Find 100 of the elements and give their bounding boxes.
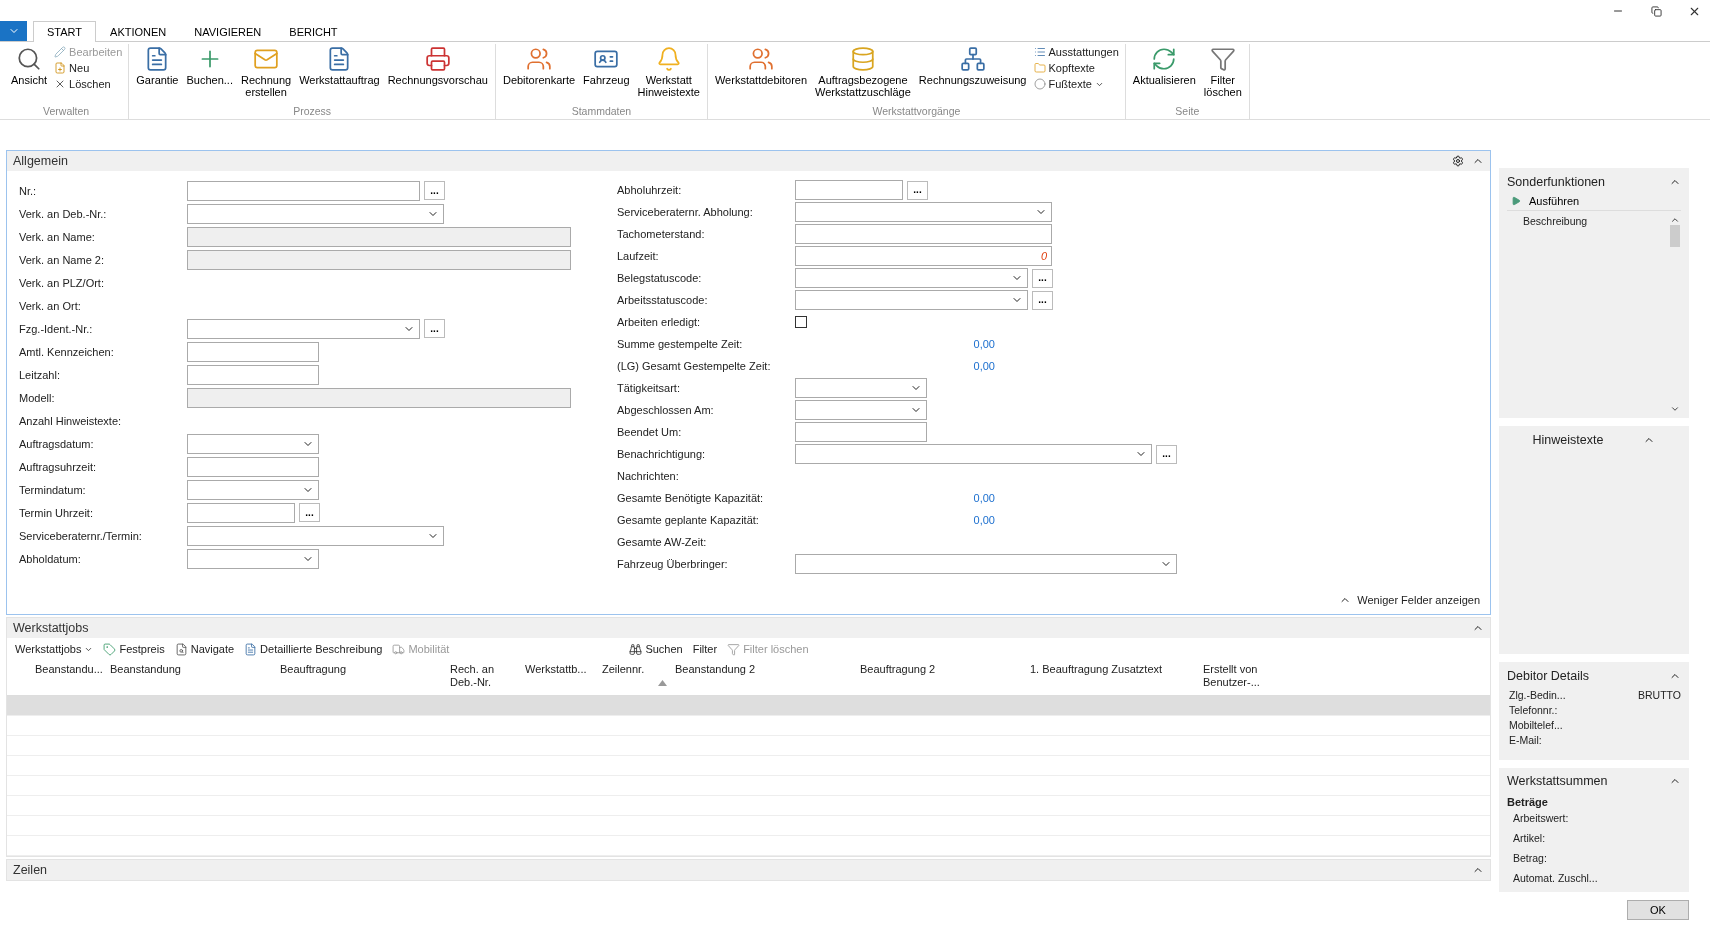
readonly-field[interactable]: [187, 249, 571, 270]
binoculars-icon: [629, 642, 643, 656]
restore-button[interactable]: [1648, 3, 1664, 19]
toolbar-button[interactable]: Festpreis: [103, 642, 165, 656]
dropdown-field[interactable]: [795, 444, 1152, 464]
ribbon-button[interactable]: Fußtexte: [1031, 77, 1121, 91]
table-row[interactable]: [7, 696, 1490, 716]
app-menu-button[interactable]: [0, 21, 27, 41]
input-field[interactable]: [795, 224, 1052, 244]
ribbon-button[interactable]: Buchen...: [183, 44, 236, 105]
ribbon-button[interactable]: Auftragsbezogene Werkstattzuschläge: [812, 44, 914, 105]
column-header[interactable]: Werkstattb...: [521, 660, 598, 695]
restore-icon: [1650, 5, 1662, 17]
lookup-button[interactable]: ...: [424, 181, 445, 200]
play-icon: [1511, 196, 1521, 206]
settings-icon[interactable]: [1452, 155, 1464, 167]
input-field[interactable]: 0: [795, 246, 1052, 266]
column-header[interactable]: Beauftragung: [276, 660, 446, 695]
lookup-button[interactable]: ...: [299, 503, 320, 522]
column-header[interactable]: Beanstandung: [106, 660, 276, 695]
column-header[interactable]: Rech. an Deb.-Nr.: [446, 660, 521, 695]
ribbon-button[interactable]: Rechnung erstellen: [238, 44, 295, 105]
tag-icon: [103, 642, 117, 656]
people-icon: [748, 46, 774, 72]
lookup-button[interactable]: ...: [907, 180, 928, 200]
dropdown-field[interactable]: [187, 525, 444, 546]
column-header[interactable]: Beauftragung 2: [856, 660, 1026, 695]
ribbon-button[interactable]: Ausstattungen: [1031, 45, 1121, 59]
scrollbar[interactable]: [1669, 215, 1681, 414]
toolbar-button[interactable]: Detaillierte Beschreibung: [244, 642, 383, 656]
ribbon-button[interactable]: Aktualisieren: [1129, 44, 1199, 105]
field-label: Arbeiten erledigt:: [617, 316, 702, 328]
toolbar-button[interactable]: Navigate: [174, 642, 235, 656]
ribbon-button[interactable]: Rechnungszuweisung: [915, 44, 1030, 105]
dropdown-field[interactable]: [795, 268, 1028, 288]
field-value: 0,00: [972, 338, 995, 350]
ribbon-button[interactable]: Löschen: [52, 77, 125, 91]
checkbox[interactable]: [795, 316, 807, 328]
dropdown-field[interactable]: [187, 433, 319, 454]
magnifier-icon: [16, 46, 43, 72]
ribbon-button[interactable]: Fahrzeug: [580, 44, 633, 105]
dropdown-field[interactable]: [795, 290, 1028, 310]
field-label: Anzahl Hinweistexte:: [19, 414, 123, 427]
input-field[interactable]: [187, 456, 319, 477]
ribbon-button[interactable]: Garantie: [133, 44, 182, 105]
field-label: Verk. an Deb.-Nr.:: [19, 207, 108, 220]
input-field[interactable]: [795, 422, 927, 442]
lookup-button[interactable]: ...: [424, 319, 445, 338]
dropdown-field[interactable]: [187, 318, 420, 339]
readonly-field[interactable]: [187, 387, 571, 408]
input-field[interactable]: [187, 341, 319, 362]
column-header[interactable]: Erstellt von Benutzer-...: [1199, 660, 1319, 695]
toolbar-button[interactable]: Filter: [692, 643, 718, 655]
ribbon-button[interactable]: Debitorenkarte: [499, 44, 579, 105]
run-action[interactable]: Ausführen: [1507, 192, 1681, 211]
field-label: Nr.:: [19, 184, 38, 197]
column-header[interactable]: Beanstandu...: [31, 660, 106, 695]
column-header[interactable]: 1. Beauftragung Zusatztext: [1026, 660, 1199, 695]
scroll-up-icon[interactable]: [1670, 215, 1680, 225]
field-label: Laufzeit:: [617, 250, 660, 262]
field-label: Verk. an PLZ/Ort:: [19, 276, 105, 289]
dropdown-field[interactable]: [795, 202, 1052, 222]
new-document-icon: [54, 62, 67, 74]
ribbon-tab[interactable]: START: [33, 21, 97, 42]
lookup-button[interactable]: ...: [1156, 444, 1177, 464]
fewer-fields-link[interactable]: Weniger Felder anzeigen: [1339, 594, 1480, 606]
dropdown-field[interactable]: [187, 548, 319, 569]
field-label: Benachrichtigung:: [617, 448, 707, 460]
dropdown-field[interactable]: [795, 554, 1177, 574]
scroll-down-icon[interactable]: [1670, 404, 1680, 414]
input-field[interactable]: [187, 180, 420, 201]
dropdown-field[interactable]: [187, 203, 444, 224]
field-label: Modell:: [19, 391, 56, 404]
menu-button[interactable]: Werkstattjobs: [15, 643, 94, 655]
ribbon-button[interactable]: Neu: [52, 61, 125, 75]
dropdown-field[interactable]: [795, 378, 927, 398]
ribbon-button[interactable]: Ansicht: [8, 44, 51, 105]
toolbar-button[interactable]: Suchen: [629, 642, 683, 656]
lookup-button[interactable]: ...: [1032, 290, 1053, 310]
input-field[interactable]: [795, 180, 903, 200]
ribbon-button[interactable]: Rechnungsvorschau: [384, 44, 491, 105]
ribbon-button[interactable]: Werkstattdebitoren: [711, 44, 811, 105]
dropdown-field[interactable]: [187, 479, 319, 500]
readonly-field[interactable]: [187, 226, 571, 247]
input-field[interactable]: [187, 364, 319, 385]
input-field[interactable]: [187, 502, 295, 523]
ribbon-button[interactable]: Kopftexte: [1031, 61, 1121, 75]
field-label: Verk. an Name:: [19, 230, 96, 243]
ribbon-button[interactable]: Filter löschen: [1200, 44, 1245, 105]
field-label: Betrag:: [1512, 851, 1548, 866]
column-header[interactable]: Beanstandung 2: [671, 660, 856, 695]
ribbon-button[interactable]: Werkstattauftrag: [296, 44, 383, 105]
column-header[interactable]: Zeilennr.: [598, 660, 671, 695]
coin-stack-icon: [849, 46, 876, 72]
scroll-thumb[interactable]: [1670, 225, 1680, 247]
field-label: Artikel:: [1512, 831, 1547, 846]
dropdown-field[interactable]: [795, 400, 927, 420]
lookup-button[interactable]: ...: [1032, 268, 1053, 288]
ribbon-button[interactable]: Werkstatt Hinweistexte: [634, 44, 703, 105]
ok-button[interactable]: OK: [1627, 900, 1689, 920]
